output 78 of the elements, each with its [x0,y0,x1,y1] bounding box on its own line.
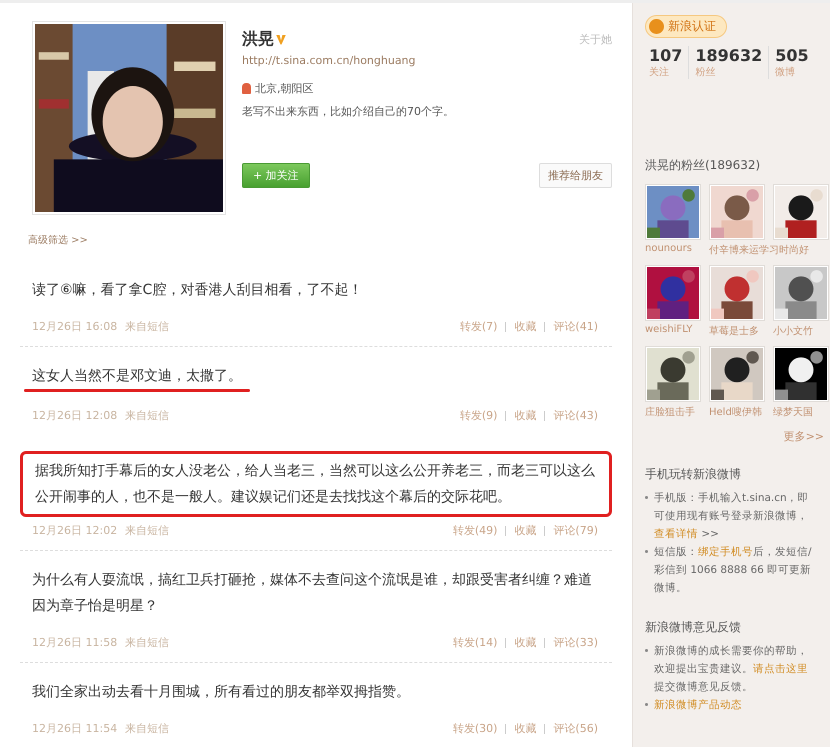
comment-link[interactable]: 评论(79) [553,523,598,538]
fan-name[interactable]: 付辛博来运学习时尚好 [709,243,809,257]
badge-text: 新浪认证 [668,18,716,35]
post-time: 12月26日 11:54 [32,721,118,736]
bullet-icon [645,550,648,553]
avatar-frame[interactable] [773,265,829,321]
section-title: 手机玩转新浪微博 [645,466,742,483]
comment-link[interactable]: 评论(41) [553,319,598,334]
post-time: 12月26日 11:58 [32,635,118,650]
favorite-link[interactable]: 收藏 [514,408,536,423]
avatar-frame[interactable] [709,346,765,402]
favorite-link[interactable]: 收藏 [514,721,536,736]
repost-link[interactable]: 转发(7) [460,319,498,334]
bullet-icon [645,649,648,652]
comment-link[interactable]: 评论(56) [553,721,598,736]
bullet-icon [645,703,648,706]
fan-name[interactable]: 庄脸狙击手 [645,405,695,419]
avatar-frame[interactable] [709,265,765,321]
stat-label[interactable]: 微博 [775,65,809,79]
post-source: 来自短信 [125,408,170,423]
stat-value[interactable]: 505 [775,46,809,65]
avatar-frame[interactable] [773,184,829,240]
user-name: 洪晃 [242,29,274,50]
stat-label[interactable]: 关注 [649,65,682,79]
stat-value[interactable]: 189632 [695,46,762,65]
info-text: 新浪微博的成长需要你的帮助，欢迎提出宝贵建议。请点击这里 提交微博意见反馈。 [654,644,809,695]
post-time: 12月26日 12:02 [32,523,118,538]
repost-link[interactable]: 转发(49) [452,523,498,538]
post-source: 来自短信 [125,635,170,650]
repost-link[interactable]: 转发(9) [460,408,498,423]
avatar-frame[interactable] [645,184,701,240]
repost-link[interactable]: 转发(30) [452,721,498,736]
stat-label[interactable]: 粉丝 [695,65,762,79]
post-source: 来自短信 [125,721,170,736]
avatar-frame[interactable] [709,184,765,240]
section-title: 新浪微博意见反馈 [645,619,742,636]
profile-link[interactable]: http://t.sina.com.cn/honghuang [242,54,612,67]
fan-name[interactable]: Held嗖伊韩 [709,405,762,419]
more-link[interactable]: 更多>> [784,429,824,444]
post-text: 这女人当然不是邓文迪，太撒了。 [32,367,242,386]
favorite-link[interactable]: 收藏 [514,319,536,334]
follow-button[interactable]: + 加关注 [242,163,310,188]
info-link[interactable]: 绑定手机号 [698,546,753,558]
post-text: 据我所知打手幕后的女人没老公，给人当老三，当然可以这么公开养老三，而老三可以这么公开闹事的人，也不是一般人。建议娱记们还是去找找这个幕后的交际花吧。 [35,462,596,507]
info-link[interactable]: 请点击这里 [753,663,808,675]
post-time: 12月26日 12:08 [32,408,118,423]
fans-title: 洪晃的粉丝(189632) [645,157,762,174]
recommend-button[interactable]: 推荐给朋友 [539,163,612,188]
avatar-frame[interactable] [645,346,701,402]
post-time: 12月26日 16:08 [32,319,118,334]
verified-icon [649,19,664,34]
favorite-link[interactable]: 收藏 [514,635,536,650]
fan-name[interactable]: weishiFLY [645,324,693,335]
post-source: 来自短信 [125,319,170,334]
bullet-icon [645,496,648,499]
fan-name[interactable]: 小小文竹 [773,324,813,338]
post-text: 我们全家出动去看十月围城，所有看过的朋友都举双拇指赞。 [32,683,411,702]
post-text: 读了⑥嘛，看了拿C腔，对香港人刮目相看，了不起！ [32,281,364,300]
favorite-link[interactable]: 收藏 [514,523,536,538]
post-text: 为什么有人耍流氓，搞红卫兵打砸抢，媒体不去查问这个流氓是谁，却跟受害者纠缠？难道因为章子怡是明星？ [32,571,593,616]
avatar-frame[interactable] [773,346,829,402]
stat-value[interactable]: 107 [649,46,682,65]
info-link[interactable]: 新浪微博产品动态 [654,699,742,711]
location-text: 北京,朝阳区 [255,81,314,96]
post-source: 来自短信 [125,523,170,538]
filter-link[interactable]: 高级筛选 >> [28,233,88,247]
info-link[interactable]: 查看详情 [654,528,698,540]
comment-link[interactable]: 评论(43) [553,408,598,423]
bio-text: 老写不出来东西，比如介绍自己的70个字。 [242,104,455,119]
avatar-frame[interactable] [645,265,701,321]
fan-name[interactable]: 草莓是士多 [709,324,759,338]
fan-name[interactable]: nounours [645,243,692,254]
about-link[interactable]: 关于她 [579,32,612,47]
repost-link[interactable]: 转发(14) [452,635,498,650]
info-text: 手机版：手机输入t.sina.cn，即可使用现有账号登录新浪微博， 查看详情 >> [654,491,810,542]
fan-name[interactable]: 绿梦天国 [773,405,813,419]
comment-link[interactable]: 评论(33) [553,635,598,650]
info-text: 短信版：绑定手机号后，发短信/彩信到 1066 8888 66 即可更新微博。 [654,545,812,596]
